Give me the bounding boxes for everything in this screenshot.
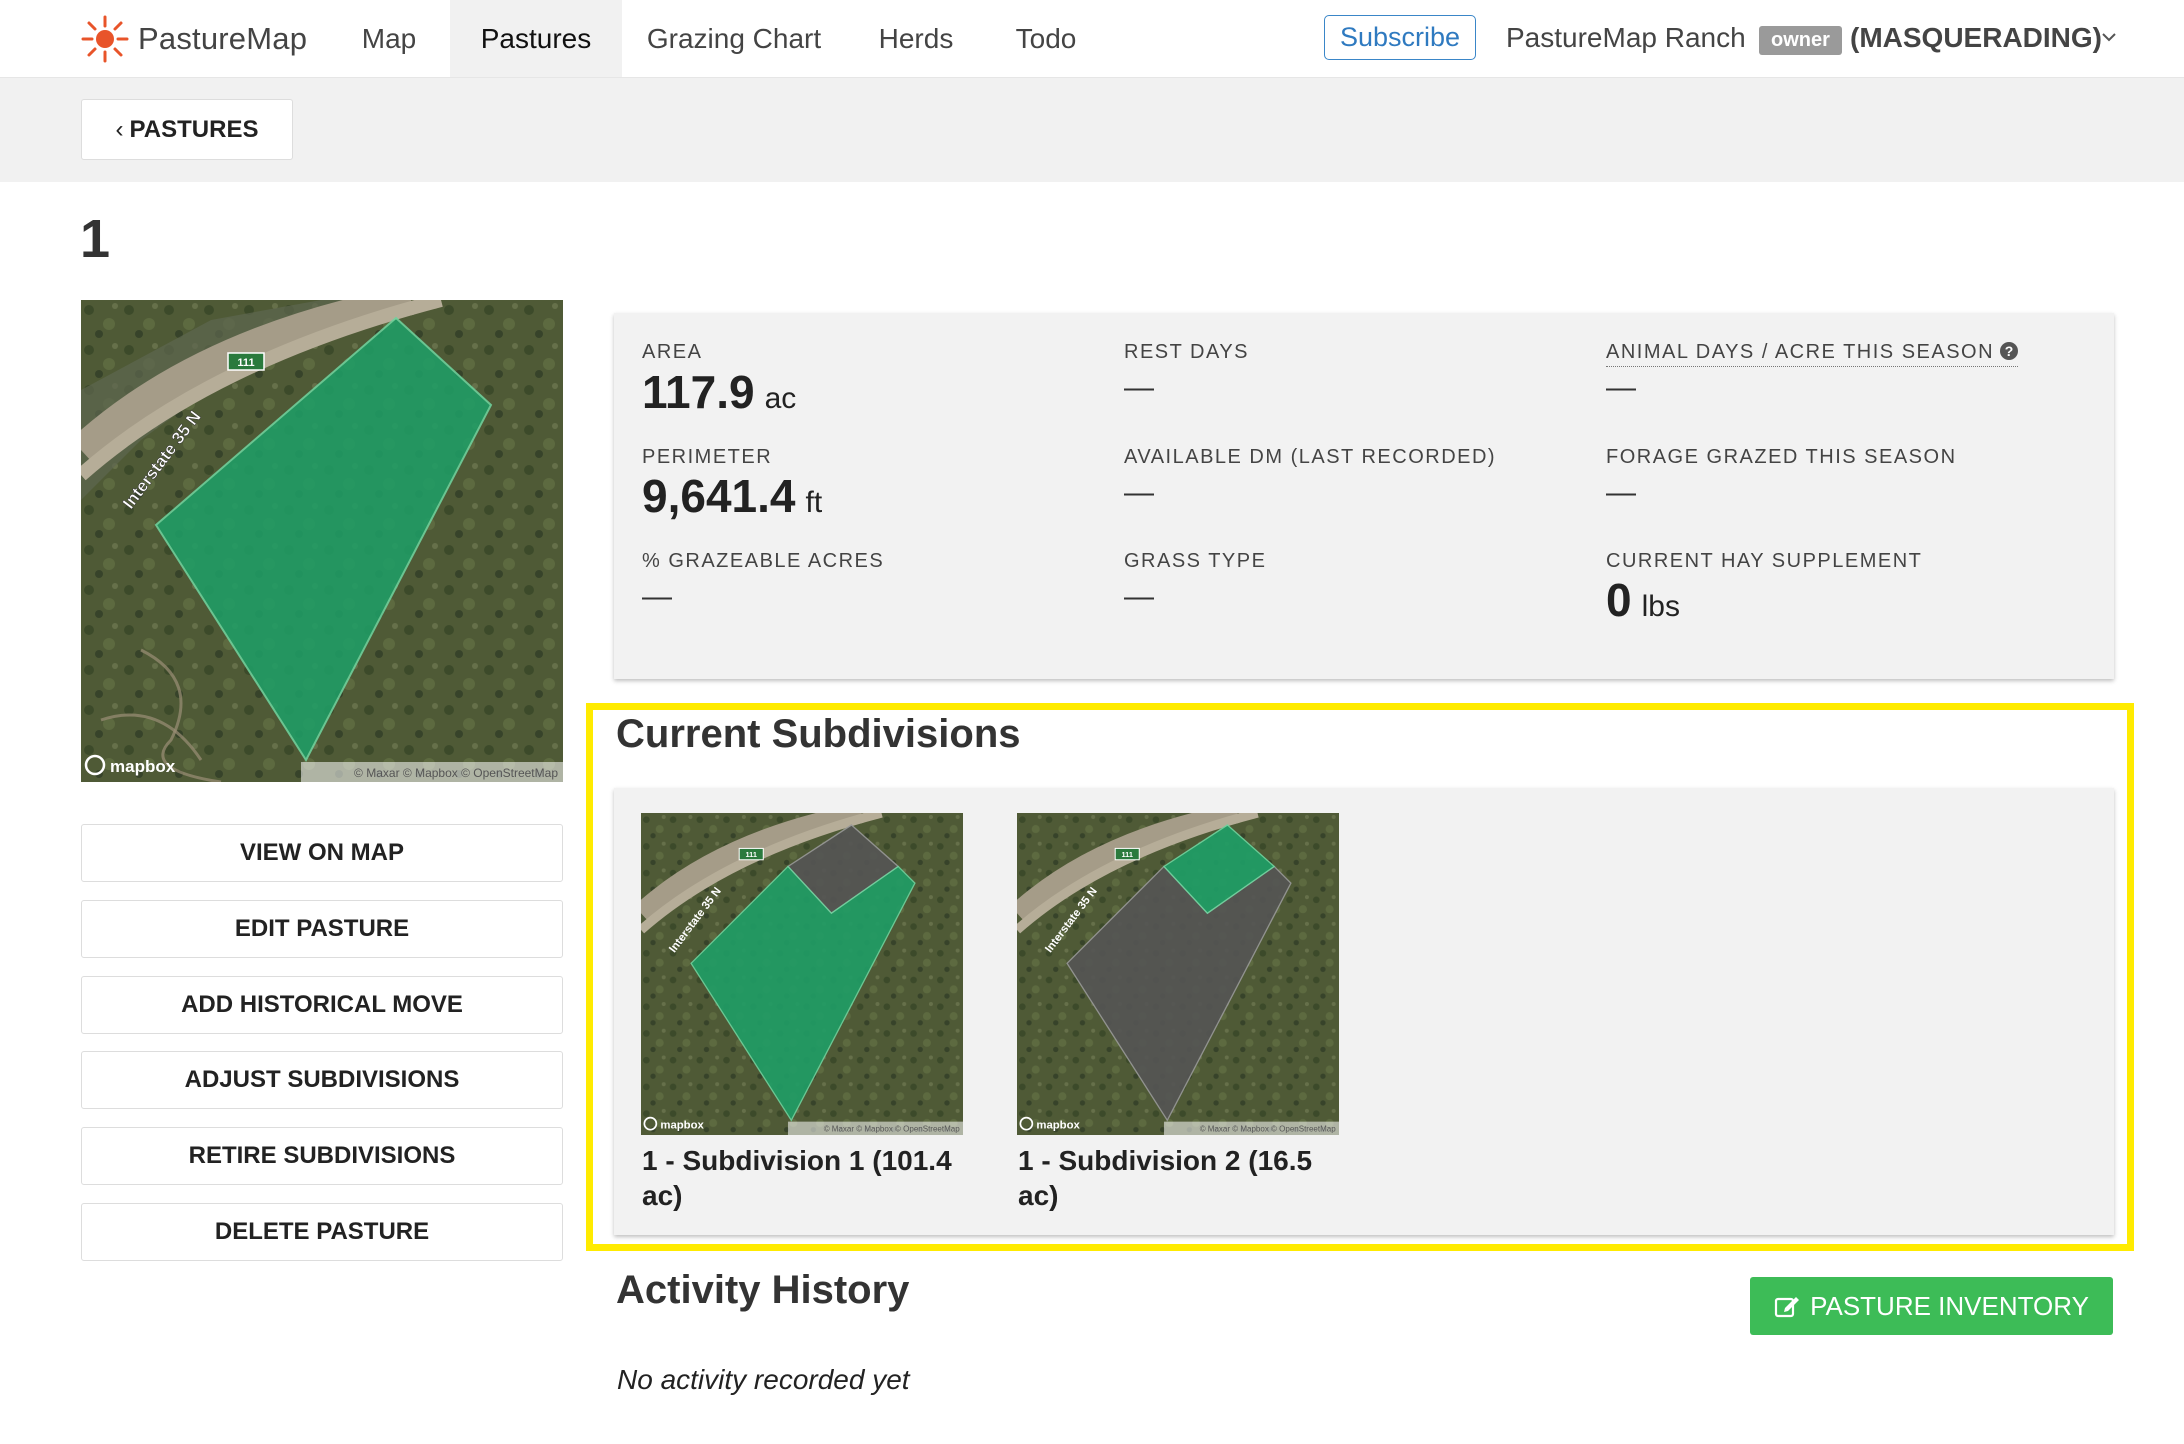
edit-icon [1774,1297,1800,1318]
pasture-stats-card: AREA 117.9 ac PERIMETER 9,641.4 ft % GRAZE… [614,313,2114,679]
nav-tab-pastures[interactable]: Pastures [450,0,622,77]
adjust-subdivisions-button[interactable]: ADJUST SUBDIVISIONS [81,1051,563,1109]
nav-tab-todo[interactable]: Todo [994,0,1098,77]
page-title: 1 [80,209,111,269]
back-button-label: PASTURES [129,115,259,143]
grazeable-acres-label: % GRAZEABLE ACRES [642,550,885,572]
svg-text:111: 111 [746,850,757,859]
svg-text:mapbox: mapbox [660,1119,704,1131]
subdivision-2-label[interactable]: 1 - Subdivision 2 (16.5 ac) [1018,1143,1348,1213]
brand-logo[interactable]: PastureMap [80,12,307,66]
available-dm-value: — [1124,476,1154,509]
grass-type-value: — [1124,580,1154,613]
available-dm-label: AVAILABLE DM (LAST RECORDED) [1124,446,1497,468]
route-shield-label: 111 [237,357,254,369]
chevron-left-icon: ‹ [115,115,124,143]
subdivision-1-satellite-image: 111 Interstate 35 N mapbox © Maxar © Map… [641,813,963,1135]
nav-tab-map[interactable]: Map [335,0,443,77]
animal-days-label[interactable]: ANIMAL DAYS / ACRE THIS SEASON? [1606,341,2019,367]
forage-grazed-label: FORAGE GRAZED THIS SEASON [1606,446,1957,468]
subdivisions-title: Current Subdivisions [616,712,1021,756]
subdivision-1-map[interactable]: 111 Interstate 35 N mapbox © Maxar © Map… [641,813,963,1135]
forage-grazed-value: — [1606,476,1636,509]
back-to-pastures-button[interactable]: ‹ PASTURES [81,99,293,160]
animal-days-value: — [1606,371,1636,404]
svg-text:mapbox: mapbox [1036,1119,1080,1131]
brand-name: PastureMap [138,21,308,56]
rest-days-value: — [1124,371,1154,404]
chevron-down-icon[interactable] [2098,26,2120,48]
rest-days-label: REST DAYS [1124,341,1250,363]
pasture-map-thumbnail[interactable]: 111 Interstate 35 N mapbox © Maxar © Map… [81,300,563,782]
nav-tab-herds[interactable]: Herds [860,0,972,77]
empty-activity-text: No activity recorded yet [617,1364,910,1395]
grass-type-label: GRASS TYPE [1124,550,1267,572]
svg-text:111: 111 [1122,850,1133,859]
retire-subdivisions-button[interactable]: RETIRE SUBDIVISIONS [81,1127,563,1185]
help-icon[interactable]: ? [2000,342,2019,360]
perimeter-value: 9,641.4 ft [642,470,823,522]
svg-text:© Maxar © Mapbox © OpenStreetM: © Maxar © Mapbox © OpenStreetMap [1200,1125,1337,1134]
activity-history-title: Activity History [616,1268,910,1312]
subdivision-2-satellite-image: 111 Interstate 35 N mapbox © Maxar © Map… [1017,813,1339,1135]
perimeter-label: PERIMETER [642,446,773,468]
svg-text:© Maxar © Mapbox © OpenStreetM: © Maxar © Mapbox © OpenStreetMap [824,1125,961,1134]
pasture-inventory-button[interactable]: PASTURE INVENTORY [1750,1277,2113,1335]
map-attribution[interactable]: © Maxar © Mapbox © OpenStreetMap [354,766,558,780]
role-badge: owner [1759,26,1842,55]
area-value: 117.9 ac [642,366,797,418]
mapbox-label: mapbox [110,757,176,776]
ranch-name[interactable]: PastureMap Ranch [1506,22,1746,54]
hay-supplement-label: CURRENT HAY SUPPLEMENT [1606,550,1923,572]
area-label: AREA [642,341,703,363]
hay-supplement-value: 0 lbs [1606,574,1680,626]
satellite-map-image: 111 Interstate 35 N mapbox © Maxar © Map… [81,300,563,782]
add-historical-move-button[interactable]: ADD HISTORICAL MOVE [81,976,563,1034]
subdivisions-card: 111 Interstate 35 N mapbox © Maxar © Map… [614,788,2114,1235]
sun-logo-icon [81,15,129,63]
delete-pasture-button[interactable]: DELETE PASTURE [81,1203,563,1261]
nav-tab-grazing-chart[interactable]: Grazing Chart [628,0,840,77]
subdivision-2-map[interactable]: 111 Interstate 35 N mapbox © Maxar © Map… [1017,813,1339,1135]
edit-pasture-button[interactable]: EDIT PASTURE [81,900,563,958]
breadcrumb-band [0,78,2184,182]
pasture-inventory-label: PASTURE INVENTORY [1810,1290,2089,1321]
grazeable-acres-value: — [642,580,672,613]
view-on-map-button[interactable]: VIEW ON MAP [81,824,563,882]
subdivision-1-label[interactable]: 1 - Subdivision 1 (101.4 ac) [642,1143,972,1213]
subscribe-button[interactable]: Subscribe [1324,15,1476,60]
masquerade-menu[interactable]: (MASQUERADING) [1850,22,2102,54]
